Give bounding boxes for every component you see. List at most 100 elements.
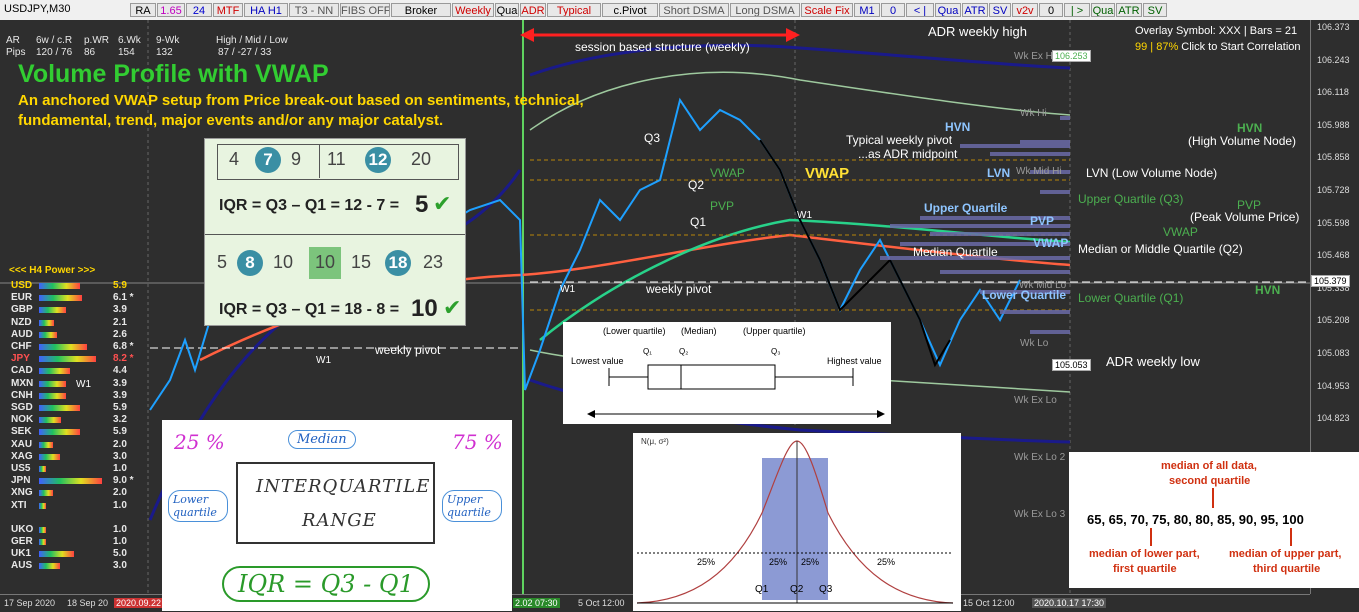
wk-hi-label: Wk Hi <box>1020 108 1047 119</box>
subtitle-line2: fundamental, trend, major events and/or … <box>18 112 444 129</box>
power-header: <<< H4 Power >>> <box>9 265 96 276</box>
wb-upper-cloud: Upper quartile <box>442 490 502 522</box>
seq1-q1-circle: 7 <box>255 147 281 173</box>
power-currency: CHF <box>11 341 32 352</box>
power-bar <box>39 356 96 363</box>
upper-quartile-desc: Upper Quartile (Q3) <box>1078 192 1184 206</box>
toolbar-button[interactable]: Broker <box>391 3 451 17</box>
toolbar-button[interactable]: < | <box>906 3 934 17</box>
toolbar-button[interactable]: | > <box>1064 3 1090 17</box>
power-value: 6.8 * <box>113 341 134 352</box>
power-value: 5.9 <box>113 426 127 438</box>
seq2-median: 10 <box>315 252 336 272</box>
toolbar-button[interactable]: Scale Fix <box>801 3 853 17</box>
stats-header-cell: 6w / c.R <box>36 35 73 46</box>
vwap-right-label: VWAP <box>1033 236 1069 250</box>
wb-title-line1: INTERQUARTILE <box>256 476 431 497</box>
toolbar-button[interactable]: T3 - NN <box>289 3 339 17</box>
qe-pointer-lines <box>1150 488 1292 546</box>
toolbar-button[interactable]: Long DSMA <box>730 3 800 17</box>
toolbar-button[interactable]: ATR <box>962 3 988 17</box>
lvn-label: LVN <box>987 166 1011 180</box>
wk-mid-lo-label: Wk Mid Lo <box>1019 280 1067 291</box>
typical-pivot-sub-label: ...as ADR midpoint <box>858 147 958 161</box>
toolbar-button[interactable]: 0 <box>881 3 905 17</box>
wb-median-cloud: Median <box>288 430 356 449</box>
adr-low-price-tag: 105.053 <box>1052 359 1091 371</box>
power-currency: NZD <box>11 316 32 328</box>
wk-ex-lo-label: Wk Ex Lo <box>1014 395 1057 406</box>
power-bar <box>39 319 54 326</box>
subtitle-line1: An anchored VWAP setup from Price break-… <box>18 92 584 109</box>
pvp-label: PVP <box>1030 214 1055 228</box>
toolbar-button[interactable]: ATR <box>1116 3 1142 17</box>
toolbar-button[interactable]: Short DSMA <box>659 3 729 17</box>
power-bar <box>39 478 102 485</box>
toolbar-button[interactable]: Typical <box>547 3 601 17</box>
power-value: 3.9 <box>113 389 127 401</box>
power-bar <box>39 502 46 509</box>
toolbar-button[interactable]: Qua <box>935 3 961 17</box>
overlay-symbol: Overlay Symbol: XXX | Bars = 21 <box>1135 25 1298 37</box>
power-value: 6.1 * <box>113 292 134 304</box>
toolbar-button[interactable]: SV <box>1143 3 1167 17</box>
toolbar-button[interactable]: HA H1 <box>244 3 288 17</box>
power-value: 3.0 <box>113 560 127 572</box>
current-price-tag: 105.379 <box>1311 275 1350 287</box>
price-tick: 106.243 <box>1317 54 1350 65</box>
power-value: 1.0 <box>113 463 127 474</box>
correlation-text: Click to Start Correlation <box>1181 41 1301 53</box>
boxplot-drawing <box>587 364 885 418</box>
power-currency: XAU <box>11 438 33 450</box>
check-icon: ✔ <box>443 295 462 320</box>
toolbar-button[interactable]: Qua <box>1091 3 1115 17</box>
wk-mid-hi-label: Wk Mid Hi <box>1016 166 1062 177</box>
power-value: 2.0 <box>113 487 127 499</box>
price-tick: 105.598 <box>1317 217 1350 228</box>
power-value: 2.0 <box>113 438 127 450</box>
wk-ex-lo2-label: Wk Ex Lo 2 <box>1014 452 1066 463</box>
toolbar-button[interactable]: SV <box>989 3 1011 17</box>
power-value: 3.2 <box>113 414 127 426</box>
q3-label: Q3 <box>644 131 661 145</box>
correlation-link[interactable]: 99 | 87% Click to Start Correlation <box>1135 41 1301 53</box>
toolbar-button[interactable]: c.Pivot <box>602 3 658 17</box>
divider <box>319 144 320 178</box>
median-desc: Median or Middle Quartile (Q2) <box>1078 242 1243 256</box>
toolbar-button[interactable]: Weekly <box>452 3 494 17</box>
h4-power-panel: <<< H4 Power >>> USD 5.9 EUR 6.1 * GBP 3.9 NZD… <box>5 265 155 594</box>
power-value: 8.2 * <box>113 353 134 365</box>
adr-low-label: ADR weekly low <box>1106 354 1200 369</box>
toolbar-button[interactable]: ADR <box>520 3 546 17</box>
toolbar-button[interactable]: 0 <box>1039 3 1063 17</box>
toolbar-button[interactable]: Qua <box>495 3 519 17</box>
power-bar <box>39 380 66 387</box>
power-value: 3.9 <box>113 304 127 316</box>
toolbar-button[interactable]: 1.65 <box>157 3 185 17</box>
stats-header-cell: p.WR <box>84 35 109 46</box>
toolbar-button[interactable]: MTF <box>213 3 243 17</box>
toolbar-button[interactable]: FIBS OFF <box>340 3 390 17</box>
price-tick: 105.468 <box>1317 250 1350 261</box>
price-tick: 104.953 <box>1317 380 1350 391</box>
power-value: 1.0 <box>113 536 127 547</box>
toolbar-button[interactable]: v2v <box>1012 3 1038 17</box>
stats-header-cell: 6.Wk <box>118 35 141 46</box>
power-value: 5.0 <box>113 548 127 560</box>
power-currency: XNG <box>11 487 33 499</box>
toolbar-button[interactable]: RA <box>130 3 156 17</box>
toolbar-button[interactable]: M1 <box>854 3 880 17</box>
stats-row-label: Pips <box>6 47 26 58</box>
seq1-q3-circle: 12 <box>365 147 391 173</box>
toolbar-button[interactable]: 24 <box>186 3 212 17</box>
normal-pct-right: 25% <box>877 557 896 567</box>
power-bar <box>39 551 74 558</box>
stats-header-cell: High / Mid / Low <box>216 35 288 46</box>
power-bar <box>39 453 60 460</box>
stats-value-cell: 154 <box>118 47 135 58</box>
power-value: 2.1 <box>113 316 127 328</box>
normal-q1: Q1 <box>755 584 769 595</box>
power-value: 4.4 <box>113 365 127 377</box>
power-value: 3.0 <box>113 450 127 462</box>
iqr-equation-2: IQR = Q3 – Q1 = 18 - 8 = <box>219 301 400 318</box>
